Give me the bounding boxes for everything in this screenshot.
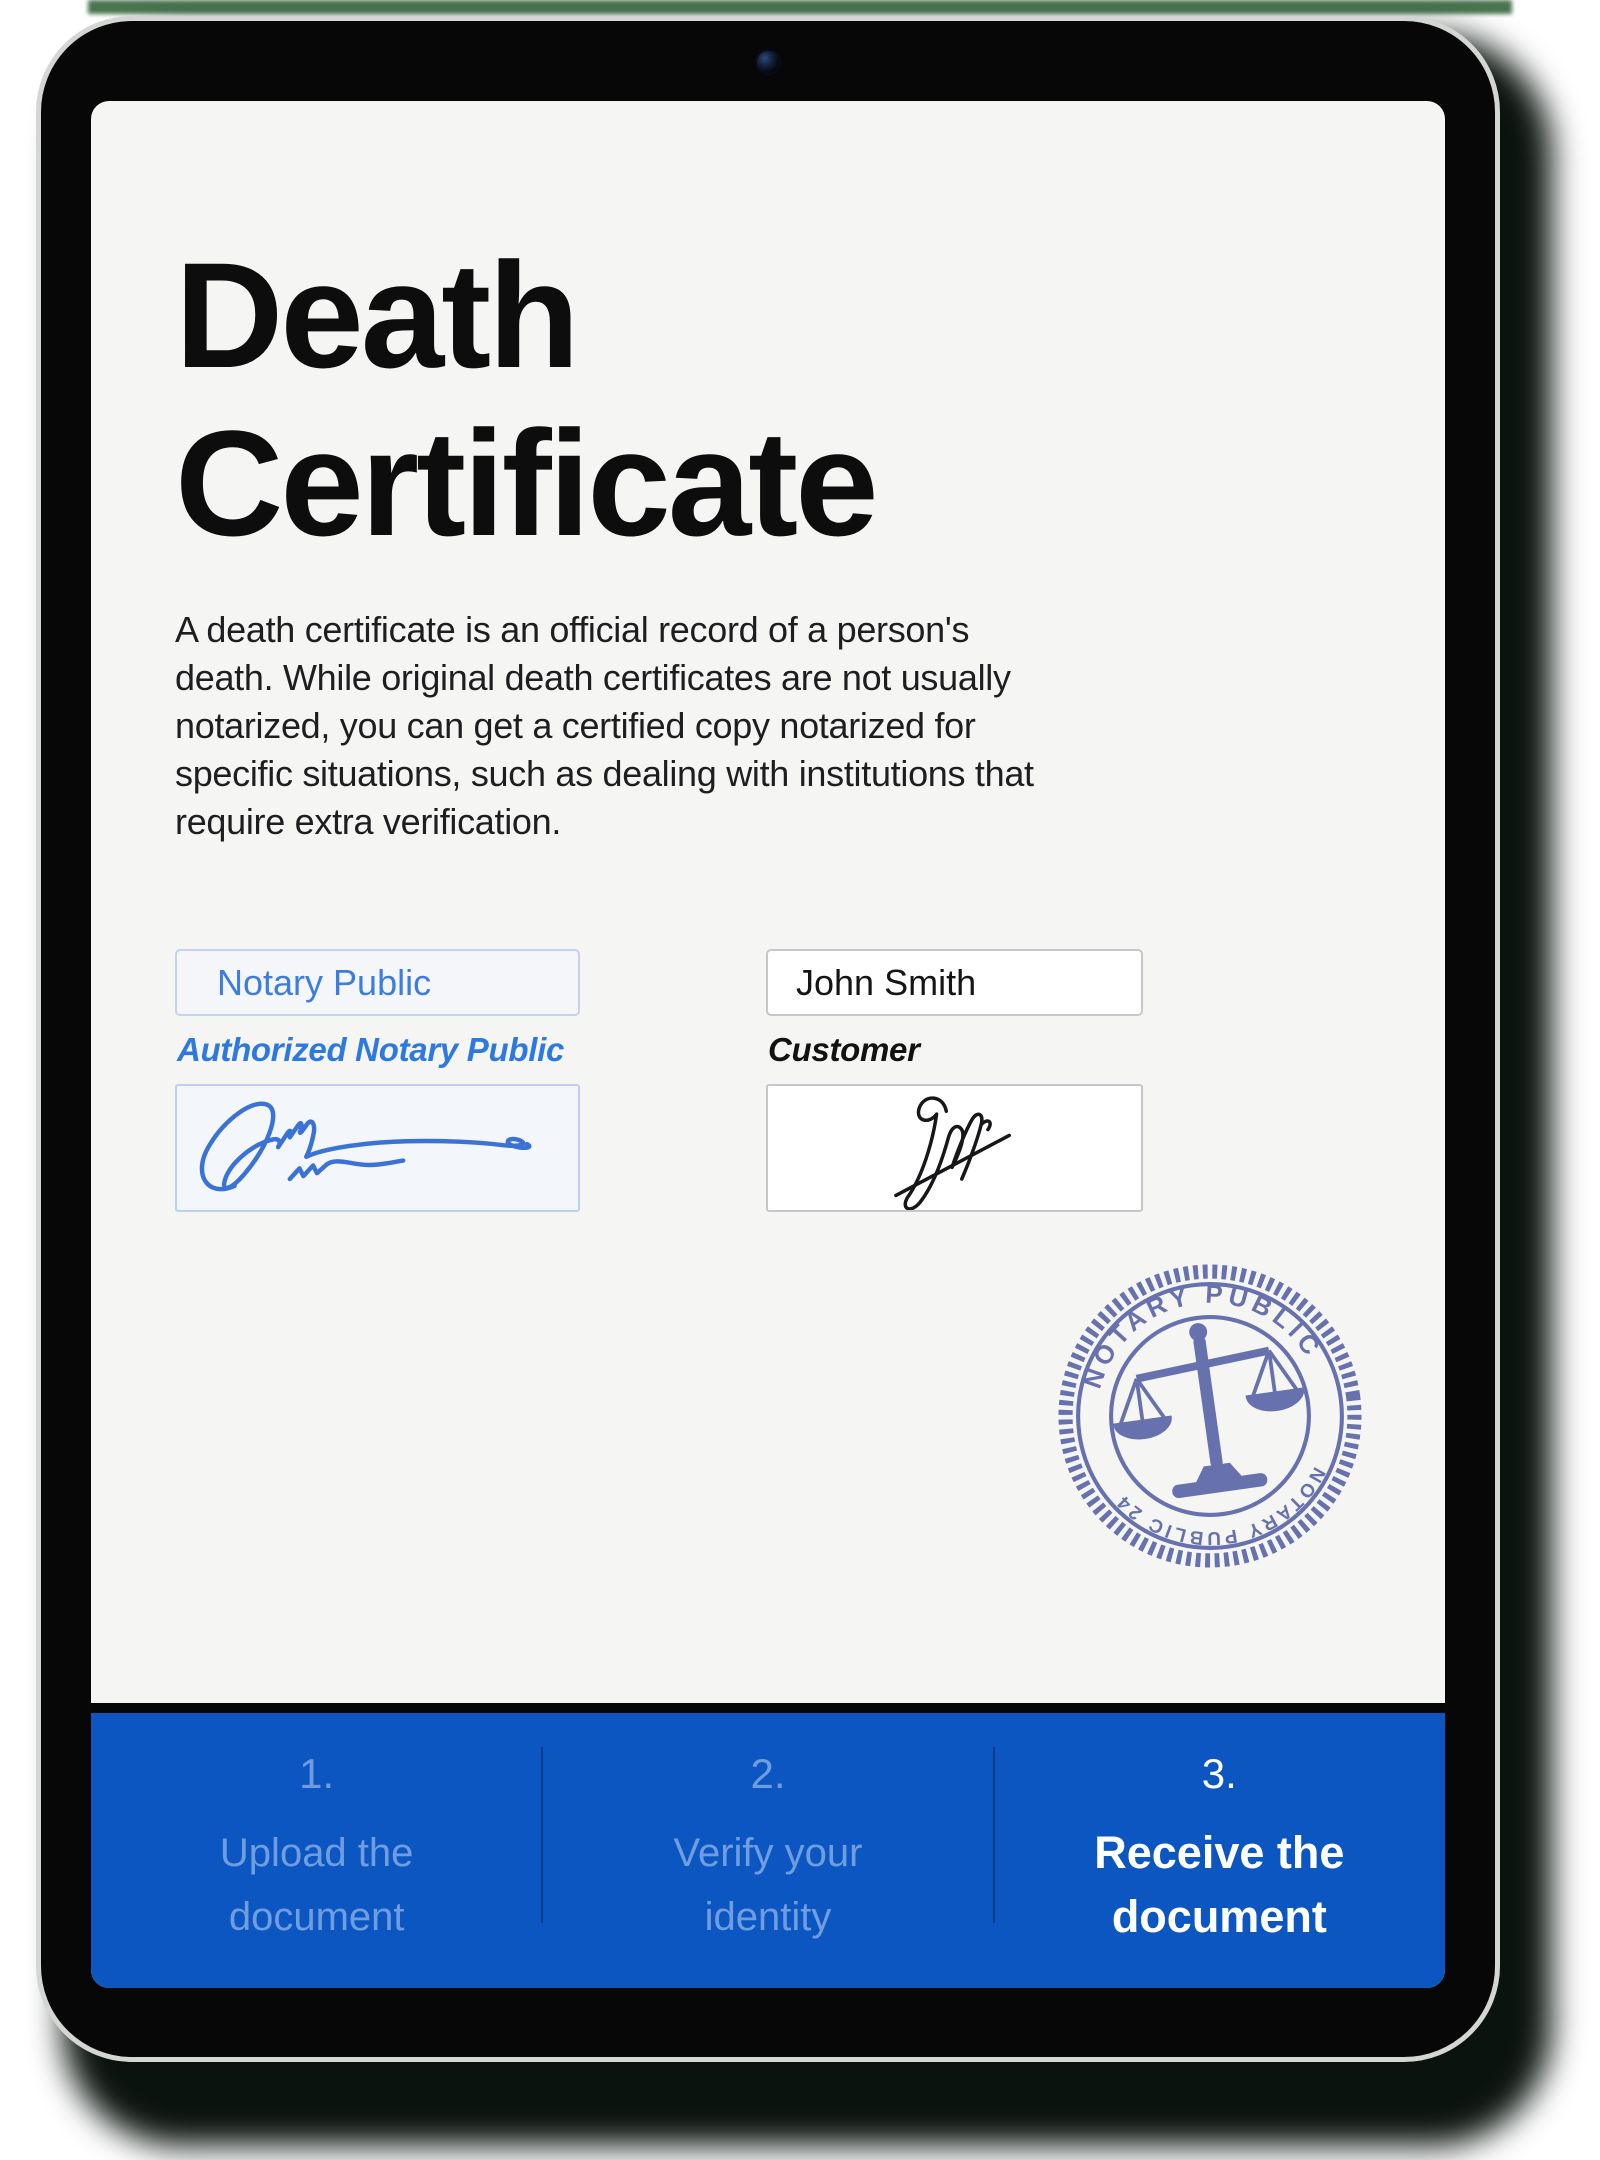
progress-steps-bar: 1. Upload the document 2. Verify your id… [91, 1703, 1445, 1988]
notary-name-field[interactable]: Notary Public [175, 949, 580, 1016]
tablet-device-frame: Death Certificate A death certificate is… [36, 16, 1500, 2062]
certificate-screen: Death Certificate A death certificate is… [91, 101, 1445, 1988]
notary-name-value: Notary Public [217, 962, 431, 1004]
step-label: Receive the document [1094, 1821, 1344, 1949]
step-number: 1. [299, 1751, 334, 1797]
step-upload-document[interactable]: 1. Upload the document [91, 1713, 542, 1988]
notary-role-label: Authorized Notary Public [177, 1031, 564, 1069]
notary-signature [177, 1086, 578, 1210]
step-receive-document[interactable]: 3. Receive the document [994, 1713, 1445, 1988]
tablet-shadow-top [88, 0, 1512, 14]
customer-name-value: John Smith [796, 962, 976, 1004]
page-title: Death Certificate [175, 231, 876, 567]
customer-signature-field[interactable] [766, 1084, 1143, 1212]
notary-stamp-seal: NOTARY PUBLIC NOTARY PUBLIC 24 [1033, 1239, 1388, 1594]
step-label: Upload the document [220, 1821, 413, 1949]
certificate-description: A death certificate is an official recor… [175, 606, 1295, 846]
step-label: Verify your identity [674, 1821, 863, 1949]
notary-signature-field[interactable] [175, 1084, 580, 1212]
customer-role-label: Customer [768, 1031, 920, 1069]
front-camera-icon [757, 51, 779, 73]
page-background: Death Certificate A death certificate is… [0, 0, 1600, 2160]
customer-name-field[interactable]: John Smith [766, 949, 1143, 1016]
step-number: 2. [750, 1751, 785, 1797]
step-verify-identity[interactable]: 2. Verify your identity [542, 1713, 993, 1988]
customer-signature [768, 1086, 1141, 1210]
step-number: 3. [1202, 1751, 1237, 1797]
